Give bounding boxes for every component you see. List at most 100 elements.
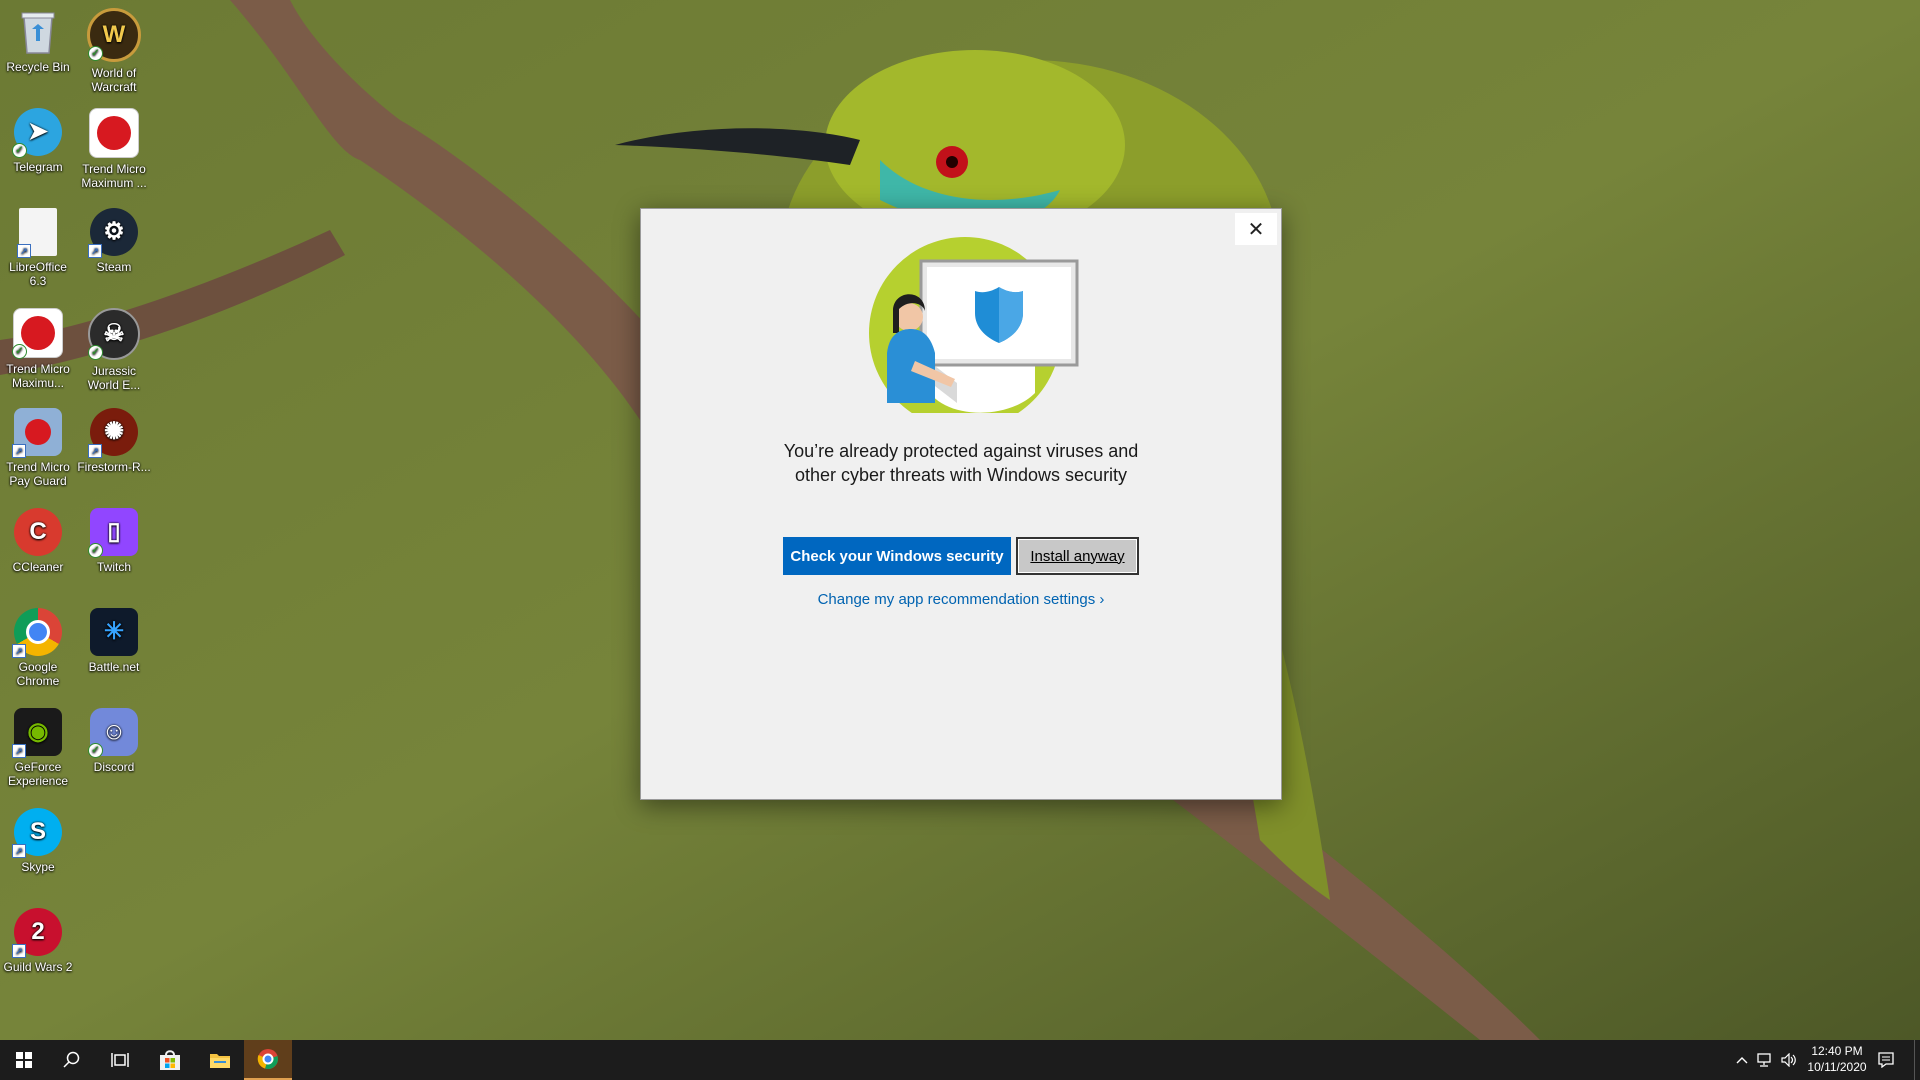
desktop-icon-trend-micro-pay-guard[interactable]: ↗ Trend Micro Pay Guard [0, 408, 76, 488]
app-recommendation-dialog: ✕ You’re already protected against virus… [640, 208, 1282, 800]
sync-check-icon: ✓ [88, 46, 103, 61]
desktop-icon-world-of-warcraft[interactable]: W ✓ World of Warcraft [76, 8, 152, 94]
libreoffice-icon: ↗ [17, 208, 57, 258]
recycle-bin-icon [14, 8, 62, 56]
desktop-icon-label: LibreOffice 6.3 [9, 260, 67, 288]
trend-micro-pay-guard-icon: ↗ [12, 408, 62, 458]
geforce-icon: ◉ ↗ [12, 708, 62, 758]
desktop-icon-skype[interactable]: S ↗ Skype [0, 808, 76, 874]
desktop-icon-libreoffice[interactable]: ↗ LibreOffice 6.3 [0, 208, 76, 288]
volume-button[interactable] [1776, 1040, 1802, 1080]
notification-icon [1878, 1052, 1894, 1068]
network-button[interactable] [1752, 1040, 1778, 1080]
clock-time: 12:40 PM [1811, 1044, 1863, 1058]
shortcut-arrow-icon: ↗ [12, 844, 26, 858]
shortcut-arrow-icon: ↗ [12, 744, 26, 758]
desktop-icon-trend-micro-maximum-2[interactable]: ✓ Trend Micro Maximu... [0, 308, 76, 390]
check-windows-security-button[interactable]: Check your Windows security [783, 537, 1011, 575]
install-anyway-button[interactable]: Install anyway [1016, 537, 1139, 575]
jurassic-world-icon: ☠ ✓ [88, 308, 140, 360]
taskbar-google-chrome[interactable] [244, 1040, 292, 1080]
taskbar: 12:40 PM 10/11/2020 [0, 1040, 1920, 1080]
desktop-icon-label: Trend Micro Pay Guard [6, 460, 70, 488]
ccleaner-icon: C [14, 508, 62, 556]
task-view-icon [111, 1053, 129, 1067]
firestorm-icon: ✺ ↗ [88, 408, 138, 458]
taskbar-file-explorer[interactable] [196, 1040, 244, 1080]
desktop-icon-discord[interactable]: ☺ ✓ Discord [76, 708, 152, 774]
network-icon [1757, 1053, 1771, 1067]
desktop-icon-label: Jurassic World E... [87, 364, 141, 392]
desktop-icon-label: Steam [96, 260, 132, 274]
folder-icon [210, 1054, 230, 1068]
desktop-icon-label: Twitch [96, 560, 131, 574]
clock[interactable]: 12:40 PM 10/11/2020 [1802, 1044, 1872, 1076]
desktop-icon-google-chrome[interactable]: ↗ Google Chrome [0, 608, 76, 688]
desktop-icon-label: Skype [21, 860, 55, 874]
chrome-icon: ↗ [12, 608, 62, 658]
sync-check-icon: ✓ [88, 543, 103, 558]
taskbar-store[interactable] [146, 1040, 194, 1080]
dialog-message: You’re already protected against viruses… [783, 441, 1139, 485]
desktop-icon-label: Telegram [13, 160, 63, 174]
world-of-warcraft-icon: W ✓ [87, 8, 141, 62]
desktop-icon-recycle-bin[interactable]: Recycle Bin [0, 8, 76, 74]
sync-check-icon: ✓ [12, 143, 27, 158]
desktop-icon-firestorm[interactable]: ✺ ↗ Firestorm-R... [76, 408, 152, 474]
action-center-button[interactable] [1864, 1040, 1908, 1080]
close-button[interactable]: ✕ [1235, 213, 1277, 245]
desktop-icon-twitch[interactable]: ▯ ✓ Twitch [76, 508, 152, 574]
shortcut-arrow-icon: ↗ [88, 444, 102, 458]
shortcut-arrow-icon: ↗ [88, 244, 102, 258]
sync-check-icon: ✓ [88, 743, 103, 758]
desktop-icon-ccleaner[interactable]: C CCleaner [0, 508, 76, 574]
desktop-icon-battle-net[interactable]: ✳ Battle.net [76, 608, 152, 674]
desktop-icon-label: Trend Micro Maximum ... [81, 162, 147, 190]
desktop-icon-steam[interactable]: ⚙ ↗ Steam [76, 208, 152, 274]
steam-icon: ⚙ ↗ [88, 208, 138, 258]
twitch-icon: ▯ ✓ [88, 508, 138, 558]
shortcut-arrow-icon: ↗ [12, 944, 26, 958]
start-button[interactable] [0, 1040, 48, 1080]
battle-net-icon: ✳ [90, 608, 138, 656]
security-illustration [869, 237, 1079, 413]
sync-check-icon: ✓ [12, 344, 27, 359]
desktop-icon-label: Trend Micro Maximu... [6, 362, 70, 390]
clock-date: 10/11/2020 [1807, 1060, 1867, 1074]
desktop-icon-label: Battle.net [88, 660, 140, 674]
skype-icon: S ↗ [12, 808, 62, 858]
desktop-icon-label: Recycle Bin [6, 60, 70, 74]
shortcut-arrow-icon: ↗ [12, 444, 26, 458]
windows-logo-icon [16, 1052, 32, 1068]
sync-check-icon: ✓ [88, 345, 103, 360]
shortcut-arrow-icon: ↗ [12, 644, 26, 658]
shortcut-arrow-icon: ↗ [17, 244, 31, 258]
desktop-icon-label: Google Chrome [16, 660, 60, 688]
trend-micro-icon: ✓ [12, 308, 63, 359]
desktop: Recycle Bin W ✓ World of Warcraft ➤ ✓ Tele… [0, 0, 1920, 1040]
guild-wars-icon: 2 ↗ [12, 908, 62, 958]
volume-icon [1781, 1053, 1796, 1067]
microsoft-store-icon [160, 1050, 180, 1070]
chevron-up-icon [1736, 1057, 1748, 1064]
telegram-icon: ➤ ✓ [12, 108, 62, 158]
desktop-icon-label: Guild Wars 2 [3, 960, 73, 974]
search-button[interactable] [48, 1040, 96, 1080]
desktop-icon-trend-micro-maximum[interactable]: Trend Micro Maximum ... [76, 108, 152, 190]
desktop-icon-label: GeForce Experience [7, 760, 69, 788]
chrome-icon [257, 1049, 278, 1069]
desktop-icon-geforce-experience[interactable]: ◉ ↗ GeForce Experience [0, 708, 76, 788]
trend-micro-icon [89, 108, 139, 158]
discord-icon: ☺ ✓ [88, 708, 138, 758]
desktop-icon-label: CCleaner [12, 560, 64, 574]
desktop-icon-label: World of Warcraft [91, 66, 137, 94]
desktop-icon-guild-wars-2[interactable]: 2 ↗ Guild Wars 2 [0, 908, 76, 974]
desktop-icon-jurassic-world[interactable]: ☠ ✓ Jurassic World E... [76, 308, 152, 392]
show-desktop-button[interactable] [1914, 1040, 1920, 1080]
desktop-icon-label: Discord [93, 760, 135, 774]
desktop-icon-telegram[interactable]: ➤ ✓ Telegram [0, 108, 76, 174]
change-app-recommendation-settings-link[interactable]: Change my app recommendation settings › [741, 591, 1181, 608]
task-view-button[interactable] [96, 1040, 144, 1080]
search-icon [63, 1051, 80, 1068]
desktop-icon-label: Firestorm-R... [77, 460, 151, 474]
